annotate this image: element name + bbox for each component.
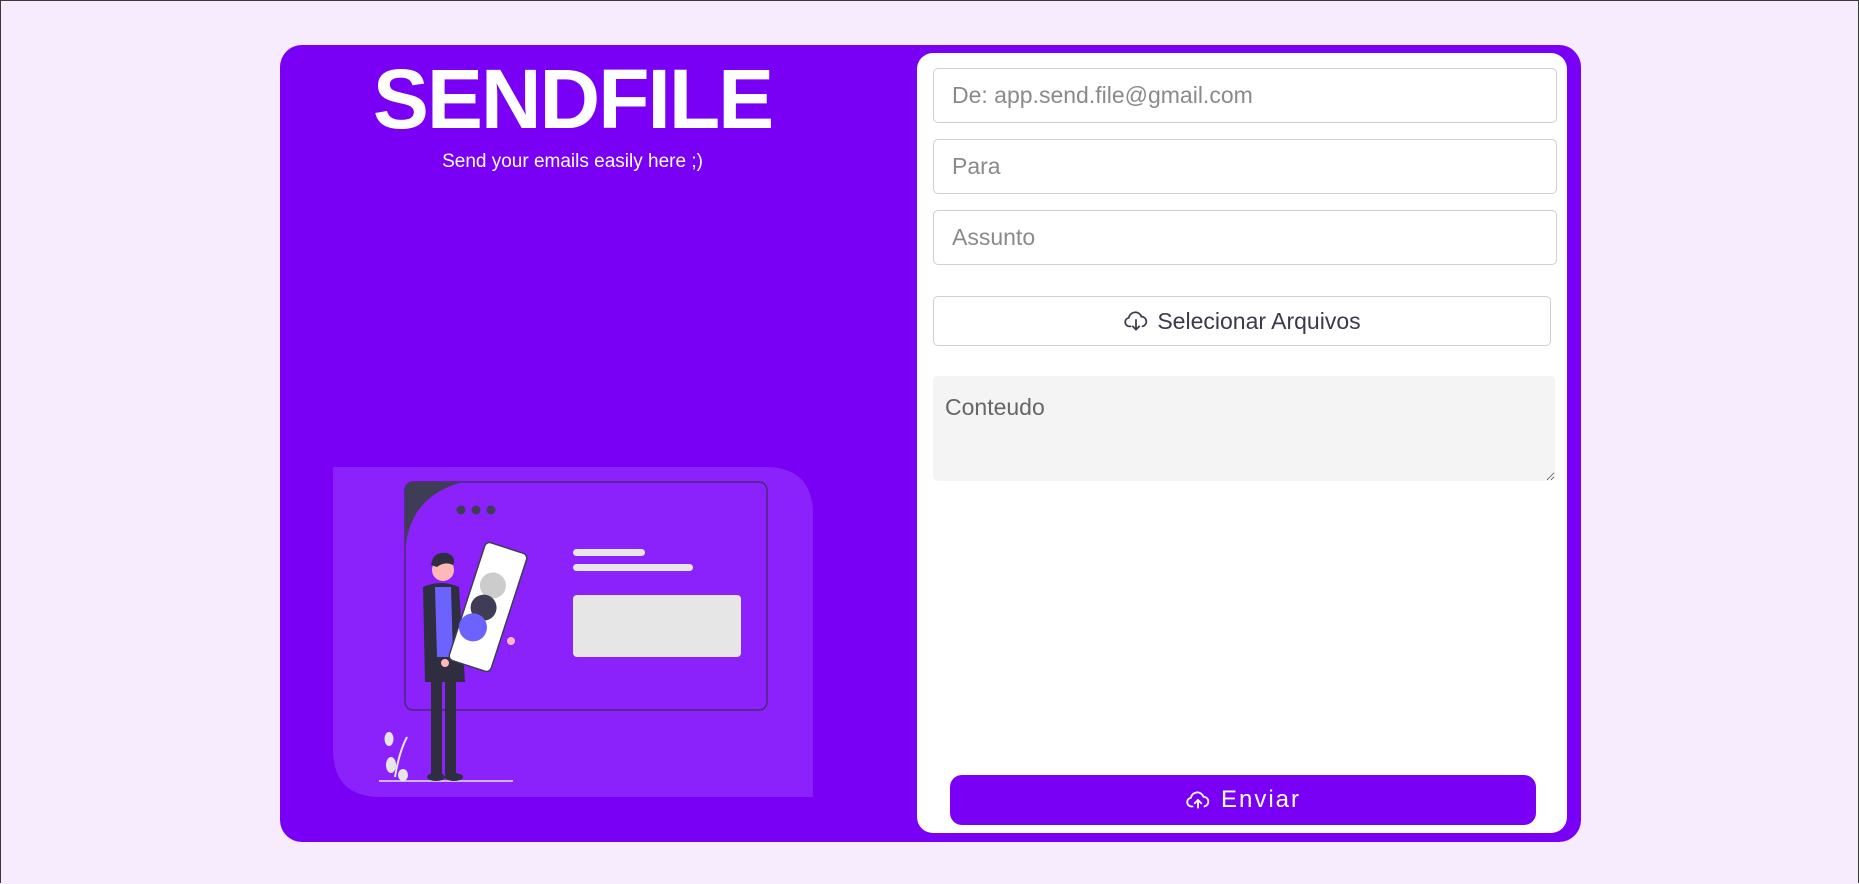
- send-label: Enviar: [1220, 786, 1302, 813]
- select-files-label: Selecionar Arquivos: [1157, 307, 1361, 334]
- hero-illustration: [333, 467, 813, 797]
- send-button[interactable]: Enviar: [950, 775, 1536, 825]
- main-card: SENDFILE Send your emails easily here ;): [280, 45, 1581, 842]
- cloud-upload-icon: [1185, 787, 1211, 813]
- from-input[interactable]: [933, 68, 1557, 123]
- brand-header: SENDFILE Send your emails easily here ;): [280, 53, 865, 173]
- cloud-download-icon: [1123, 308, 1149, 334]
- to-input[interactable]: [933, 139, 1557, 194]
- app-title: SENDFILE: [372, 52, 774, 146]
- app-subtitle: Send your emails easily here ;): [442, 151, 703, 172]
- email-form: Selecionar Arquivos Enviar: [917, 53, 1567, 833]
- content-textarea[interactable]: [933, 376, 1555, 481]
- subject-input[interactable]: [933, 210, 1557, 265]
- select-files-button[interactable]: Selecionar Arquivos: [933, 296, 1551, 346]
